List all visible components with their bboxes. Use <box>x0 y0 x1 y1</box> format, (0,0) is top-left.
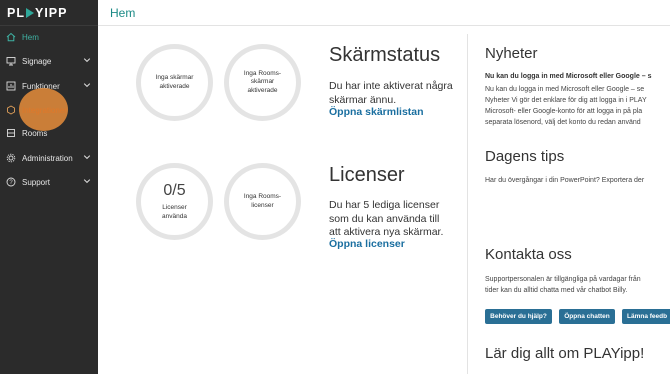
logo-text-right: YIPP <box>34 5 68 20</box>
news-line: Nyheter Vi gör det enklare för dig att l… <box>485 96 647 104</box>
news-line: separata lösenord, välj det konto du red… <box>485 118 641 126</box>
screens-circle-label: Inga skärmar aktiverade <box>155 74 194 90</box>
sidebar-item-integrationer[interactable]: Integrationer <box>0 99 98 121</box>
news-line: Microsoft- eller Google-konto för att lo… <box>485 107 643 115</box>
rooms-screens-circle-label: Inga Rooms-skärmar aktiverade <box>243 69 282 94</box>
contact-line: Supportpersonalen är tillgängliga på var… <box>485 276 641 283</box>
contact-body: Supportpersonalen är tillgängliga på var… <box>485 275 670 297</box>
sidebar-item-administration[interactable]: Administration <box>0 147 98 169</box>
licenses-circle: 0/5 Licenser använda <box>136 163 213 240</box>
signage-icon <box>0 56 22 66</box>
licenses-count: 0/5 <box>163 181 186 199</box>
rooms-screens-circle: Inga Rooms-skärmar aktiverade <box>224 44 301 121</box>
leave-feedback-button[interactable]: Lämna feedb <box>622 309 670 324</box>
sidebar-item-label: Hem <box>22 32 39 42</box>
logo-text-left: PL <box>7 5 25 20</box>
sidebar-item-label: Support <box>22 177 51 187</box>
administration-icon <box>0 153 22 163</box>
chevron-down-icon <box>83 153 91 163</box>
sidebar-item-support[interactable]: ? Support <box>0 171 98 193</box>
licenses-text: Du har 5 lediga licenser som du kan anvä… <box>329 199 444 239</box>
open-licenses-link[interactable]: Öppna licenser <box>329 238 405 250</box>
sidebar-item-label: Rooms <box>22 128 48 138</box>
sidebar-item-label: Signage <box>22 56 52 66</box>
sidebar-item-label: Integrationer <box>22 105 67 115</box>
contact-line: tider kan du alltid chatta med vår chatb… <box>485 286 628 294</box>
chevron-down-icon <box>83 56 91 66</box>
licenses-title: Licenser <box>329 164 405 186</box>
news-title: Nyheter <box>485 45 538 62</box>
sidebar-item-rooms[interactable]: Rooms <box>0 122 98 144</box>
open-chat-button[interactable]: Öppna chatten <box>559 309 615 324</box>
news-line: Nu kan du logga in med Microsoft eller G… <box>485 86 645 93</box>
playipp-logo[interactable]: PL YIPP <box>0 0 98 26</box>
support-icon: ? <box>0 177 22 187</box>
tips-text: Har du övergångar i din PowerPoint? Expo… <box>485 177 645 184</box>
integrations-icon <box>0 105 22 115</box>
page-title: Hem <box>110 5 136 20</box>
rooms-licenses-circle: Inga Rooms-licenser <box>224 163 301 240</box>
home-icon <box>0 32 22 42</box>
open-screen-list-link[interactable]: Öppna skärmlistan <box>329 106 424 118</box>
rooms-licenses-circle-label: Inga Rooms-licenser <box>243 193 282 209</box>
sidebar-item-signage[interactable]: Signage <box>0 50 98 72</box>
screen-status-title: Skärmstatus <box>329 44 441 66</box>
news-headline[interactable]: Nu kan du logga in med Microsoft eller G… <box>485 72 670 83</box>
learn-title: Lär dig allt om PLAYipp! <box>485 345 645 362</box>
play-triangle-icon <box>25 7 34 18</box>
sidebar-item-hem[interactable]: Hem <box>0 26 98 48</box>
chevron-down-icon <box>83 177 91 187</box>
top-bar: Hem <box>98 0 670 26</box>
contact-title: Kontakta oss <box>485 246 572 263</box>
sidebar-item-label: Administration <box>22 153 73 163</box>
functions-icon <box>0 81 22 91</box>
licenses-count-label: Licenser använda <box>162 204 187 220</box>
need-help-button[interactable]: Behöver du hjälp? <box>485 309 552 324</box>
tips-title: Dagens tips <box>485 148 565 165</box>
rooms-icon <box>0 128 22 138</box>
news-body: Nu kan du logga in med Microsoft eller G… <box>485 85 670 128</box>
sidebar: PL YIPP Hem Signage Funktioner Integrati… <box>0 0 98 374</box>
screen-status-text: Du har inte aktiverat några skärmar ännu… <box>329 80 453 106</box>
column-divider <box>467 34 468 374</box>
chevron-down-icon <box>83 81 91 91</box>
screens-circle: Inga skärmar aktiverade <box>136 44 213 121</box>
